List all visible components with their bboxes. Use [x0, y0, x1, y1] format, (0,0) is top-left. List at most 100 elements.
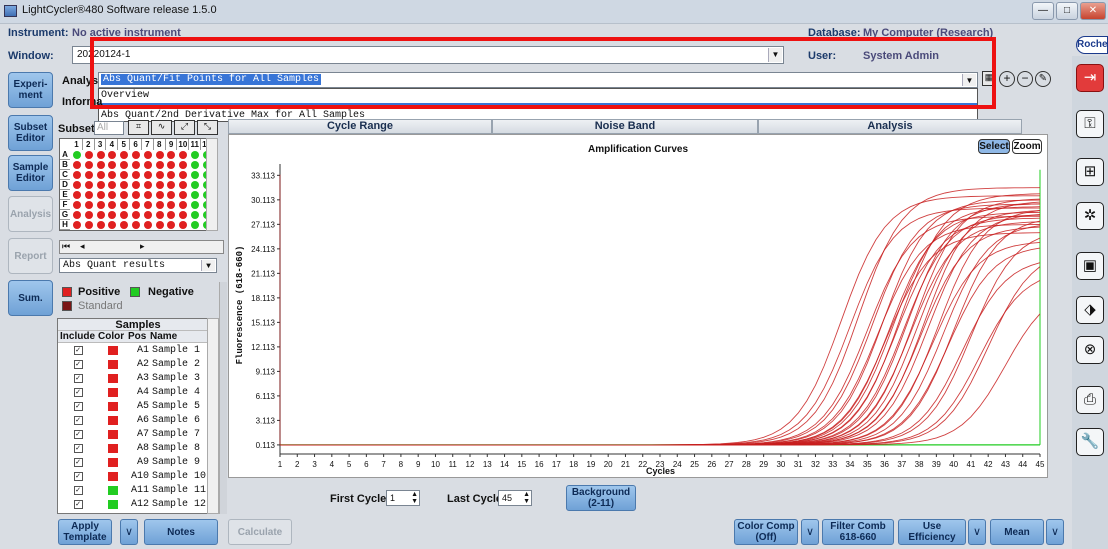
plate-well[interactable] [73, 171, 81, 179]
sidebar-item-experiment[interactable]: Experi-ment [8, 72, 53, 108]
include-checkbox[interactable]: ✓ [73, 345, 83, 355]
plate-well[interactable] [96, 151, 105, 159]
plate-well[interactable] [167, 201, 176, 209]
table-row[interactable]: ✓ A5 Sample 5 [58, 399, 218, 413]
header-name[interactable]: Name [150, 331, 210, 342]
tab-analysis[interactable]: Analysis [758, 119, 1022, 134]
table-row[interactable]: ✓ A2 Sample 2 [58, 357, 218, 371]
plate-well[interactable] [191, 211, 199, 219]
plate-well[interactable] [96, 181, 105, 189]
include-checkbox[interactable]: ✓ [73, 359, 83, 369]
plate-well[interactable] [84, 151, 93, 159]
amplification-curve[interactable] [280, 214, 1041, 446]
plate-well[interactable] [73, 191, 81, 199]
efficiency-dropdown[interactable]: ∨ [968, 519, 986, 545]
first-cycle-spinner[interactable]: 1 ▲ ▼ [386, 490, 420, 506]
amplification-curve[interactable] [280, 241, 1041, 446]
plate-well[interactable] [143, 191, 152, 199]
plate-row-header[interactable]: A [60, 150, 70, 160]
color-swatch[interactable] [108, 401, 118, 411]
plate-well[interactable] [167, 211, 176, 219]
plate-well[interactable] [143, 221, 152, 229]
previous-icon[interactable]: ◂ [80, 241, 85, 252]
chart-icon[interactable]: ⌗ [128, 120, 149, 135]
plate-well[interactable] [84, 171, 93, 179]
spinner-arrows-icon[interactable]: ▲ ▼ [523, 491, 530, 505]
plate-col-header[interactable]: 10 [177, 139, 190, 150]
color-swatch[interactable] [108, 415, 118, 425]
plate-col-header[interactable]: 8 [154, 139, 166, 150]
amplification-curve[interactable] [280, 224, 1041, 446]
color-comp-button[interactable]: Color Comp (Off) [734, 519, 798, 545]
plate-well[interactable] [167, 161, 176, 169]
include-checkbox[interactable]: ✓ [73, 443, 83, 453]
plate-row-header[interactable]: F [60, 200, 70, 210]
background-button[interactable]: Background (2-11) [566, 485, 636, 511]
header-pos[interactable]: Pos [128, 331, 150, 342]
tab-cycle-range[interactable]: Cycle Range [228, 119, 492, 134]
last-cycle-spinner[interactable]: 45 ▲ ▼ [498, 490, 532, 506]
plate-well[interactable] [73, 201, 81, 209]
cancel-icon[interactable]: ⊗ [1076, 336, 1104, 364]
color-swatch[interactable] [108, 359, 118, 369]
plate-well[interactable] [73, 211, 81, 219]
plate-well[interactable] [108, 151, 117, 159]
amplification-curve[interactable] [280, 210, 1041, 446]
amplification-curve[interactable] [280, 187, 1040, 446]
use-efficiency-button[interactable]: Use Efficiency [898, 519, 966, 545]
color-swatch[interactable] [108, 429, 118, 439]
plate-well[interactable] [108, 211, 117, 219]
plate-well[interactable] [84, 161, 93, 169]
plate-well[interactable] [108, 221, 117, 229]
color-swatch[interactable] [108, 387, 118, 397]
plate-col-header[interactable]: 1 [71, 139, 83, 150]
plate-well[interactable] [73, 221, 81, 229]
apply-template-button[interactable]: Apply Template [58, 519, 112, 545]
plate-well[interactable] [132, 191, 140, 199]
color-swatch[interactable] [108, 499, 118, 509]
table-row[interactable]: ✓ A12 Sample 12 [58, 497, 218, 511]
plate-row-header[interactable]: H [60, 220, 70, 230]
navigator-icon[interactable]: ✲ [1076, 202, 1104, 230]
edit-icon[interactable]: ✎ [1035, 71, 1051, 87]
plate-well[interactable] [120, 191, 129, 199]
tab-noise-band[interactable]: Noise Band [492, 119, 758, 134]
table-row[interactable]: ✓ A3 Sample 3 [58, 371, 218, 385]
plate-well[interactable] [132, 171, 140, 179]
mean-dropdown[interactable]: ∨ [1046, 519, 1064, 545]
plate-well[interactable] [73, 181, 81, 189]
plate-navigation-slider[interactable]: ⏮ ◂ ▸ [59, 240, 224, 254]
plate-well[interactable] [96, 171, 105, 179]
plate-well[interactable] [84, 201, 93, 209]
subset-select[interactable]: All [94, 121, 124, 135]
plate-col-header[interactable]: 7 [142, 139, 154, 150]
plate-well[interactable] [143, 181, 152, 189]
plate-well[interactable] [143, 161, 152, 169]
plate-well[interactable] [96, 201, 105, 209]
plate-well[interactable] [73, 161, 81, 169]
plate-well[interactable] [120, 211, 129, 219]
curve-select-icon[interactable]: ⤢ [174, 120, 195, 135]
plate-row-header[interactable]: G [60, 210, 70, 220]
plate-well[interactable] [84, 221, 93, 229]
plate-well[interactable] [191, 161, 199, 169]
color-swatch[interactable] [108, 485, 118, 495]
remove-icon[interactable]: − [1017, 71, 1033, 87]
plate-well[interactable] [143, 211, 152, 219]
key-icon[interactable]: ⚿ [1076, 110, 1104, 138]
plate-well[interactable] [120, 161, 129, 169]
plate-well[interactable] [155, 201, 164, 209]
plate-well[interactable] [167, 181, 176, 189]
plate-well[interactable] [120, 171, 129, 179]
header-include[interactable]: Include [58, 331, 98, 342]
plate-well[interactable] [96, 161, 105, 169]
maximize-button[interactable]: □ [1056, 2, 1078, 20]
samples-table[interactable]: Samples Include Color Pos Name ✓ A1 Sample… [57, 318, 219, 514]
plate-well[interactable] [155, 221, 164, 229]
minimize-button[interactable]: — [1032, 2, 1054, 20]
network-icon[interactable]: ⊞ [1076, 158, 1104, 186]
amplification-curve[interactable] [280, 203, 1041, 446]
plate-well[interactable] [132, 201, 140, 209]
plate-well[interactable] [167, 221, 176, 229]
plate-well[interactable] [108, 201, 117, 209]
